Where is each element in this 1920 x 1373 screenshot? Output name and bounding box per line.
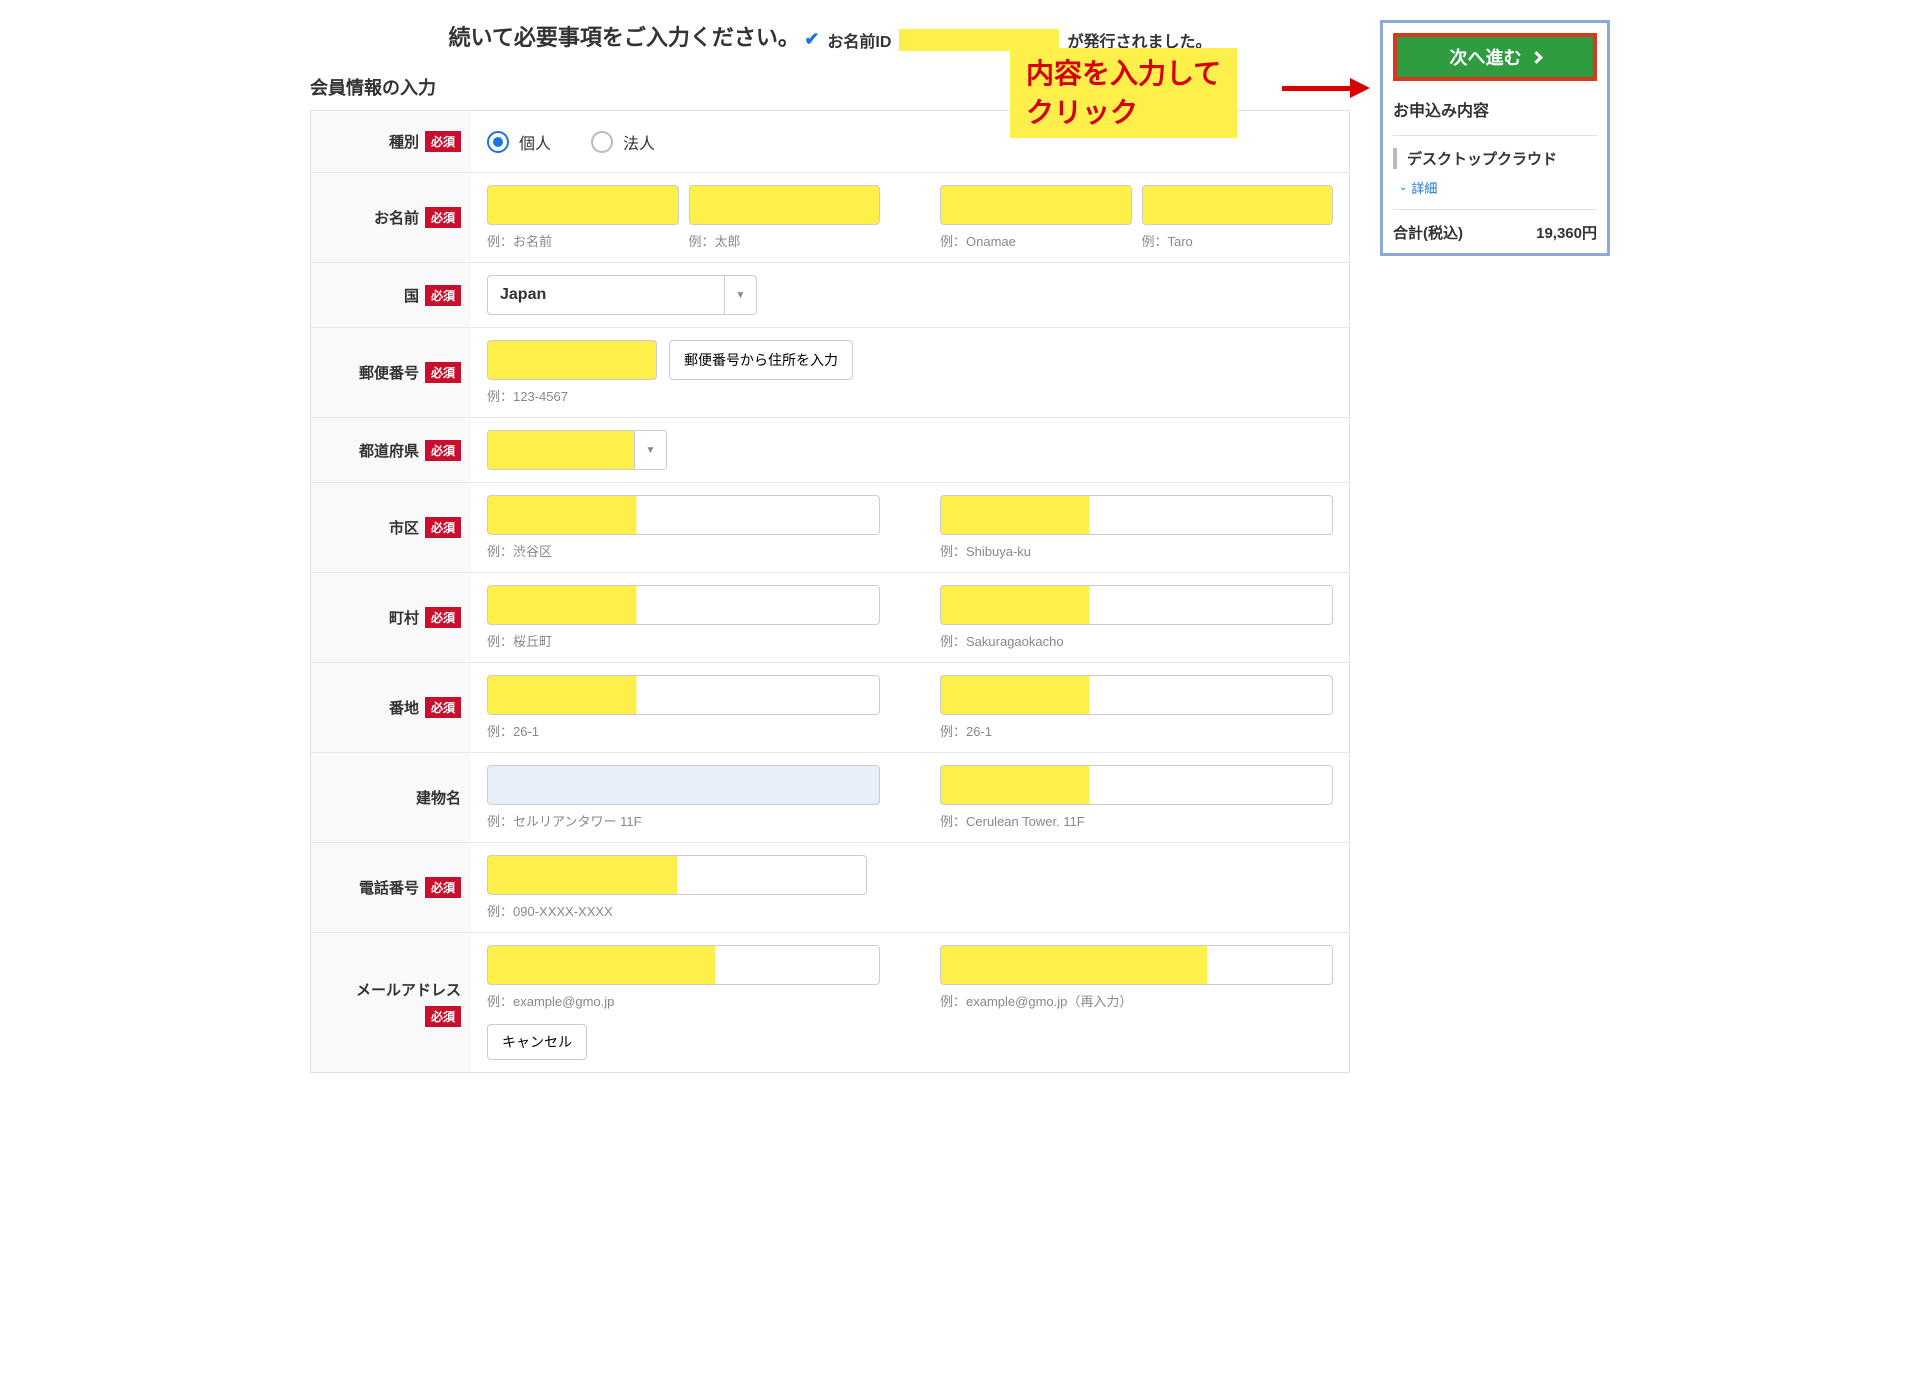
name-mei-input[interactable] <box>689 185 881 225</box>
hint: 例：渋谷区 <box>487 541 880 560</box>
city-en-input[interactable] <box>940 495 1333 535</box>
radio-individual[interactable]: 個人 <box>487 130 551 154</box>
chevron-down-icon: ▼ <box>724 276 756 314</box>
check-icon: ✔ <box>804 29 819 50</box>
required-badge: 必須 <box>425 517 461 538</box>
postal-input[interactable] <box>487 340 657 380</box>
radio-corporate[interactable]: 法人 <box>591 130 655 154</box>
label-email: メールアドレス <box>356 979 461 1000</box>
hint: 例：123-4567 <box>487 386 657 405</box>
name-sei-en-input[interactable] <box>940 185 1132 225</box>
address-ja-input[interactable] <box>487 675 880 715</box>
label-postal: 郵便番号 <box>359 362 419 383</box>
sidebar-title: お申込み内容 <box>1393 97 1597 121</box>
select-value <box>488 431 634 469</box>
label-building: 建物名 <box>416 787 461 808</box>
chevron-down-icon: ▼ <box>634 431 666 469</box>
required-badge: 必須 <box>425 877 461 898</box>
required-badge: 必須 <box>425 207 461 228</box>
autofill-address-button[interactable]: 郵便番号から住所を入力 <box>669 340 853 380</box>
form-table: 種別 必須 個人 法人 <box>310 110 1350 1073</box>
building-en-input[interactable] <box>940 765 1333 805</box>
required-badge: 必須 <box>425 440 461 461</box>
required-badge: 必須 <box>425 1006 461 1027</box>
hint: 例：セルリアンタワー 11F <box>487 811 880 830</box>
name-mei-en-input[interactable] <box>1142 185 1334 225</box>
next-button[interactable]: 次へ進む <box>1393 33 1597 81</box>
detail-link-label: 詳細 <box>1411 178 1437 197</box>
hint: 例：Sakuragaokacho <box>940 631 1333 650</box>
onamae-id-label: お名前ID <box>827 28 891 52</box>
cancel-button[interactable]: キャンセル <box>487 1024 587 1060</box>
next-button-label: 次へ進む <box>1450 44 1522 70</box>
label-country: 国 <box>404 285 419 306</box>
label-name: お名前 <box>374 207 419 228</box>
building-ja-input[interactable] <box>487 765 880 805</box>
select-value: Japan <box>488 276 724 314</box>
hint: 例：桜丘町 <box>487 631 880 650</box>
label-address: 番地 <box>389 697 419 718</box>
hint: 例：太郎 <box>689 231 881 250</box>
hint: 例：Cerulean Tower. 11F <box>940 811 1333 830</box>
label-type: 種別 <box>389 131 419 152</box>
header-instruction: 続いて必要事項をご入力ください。 <box>449 20 800 52</box>
chevron-right-icon <box>1530 51 1543 64</box>
label-prefecture: 都道府県 <box>359 440 419 461</box>
hint: 例：example@gmo.jp（再入力） <box>940 991 1333 1010</box>
hint: 例：26-1 <box>940 721 1333 740</box>
hint: 例：Onamae <box>940 231 1132 250</box>
name-sei-input[interactable] <box>487 185 679 225</box>
sidebar-item-title: デスクトップクラウド <box>1393 148 1597 169</box>
required-badge: 必須 <box>425 285 461 306</box>
detail-link[interactable]: ⌄ 詳細 <box>1399 178 1437 197</box>
label-phone: 電話番号 <box>359 877 419 898</box>
hint: 例：Shibuya-ku <box>940 541 1333 560</box>
town-en-input[interactable] <box>940 585 1333 625</box>
required-badge: 必須 <box>425 362 461 383</box>
country-select[interactable]: Japan ▼ <box>487 275 757 315</box>
town-ja-input[interactable] <box>487 585 880 625</box>
hint: 例：Taro <box>1142 231 1334 250</box>
city-ja-input[interactable] <box>487 495 880 535</box>
radio-label: 法人 <box>623 130 655 154</box>
sidebar: 次へ進む お申込み内容 デスクトップクラウド ⌄ 詳細 合計(税込) 19,36… <box>1380 20 1610 256</box>
radio-label: 個人 <box>519 130 551 154</box>
total-value: 19,360円 <box>1536 222 1597 243</box>
address-en-input[interactable] <box>940 675 1333 715</box>
arrow-annotation <box>1282 78 1372 98</box>
phone-input[interactable] <box>487 855 867 895</box>
hint: 例：example@gmo.jp <box>487 991 880 1010</box>
hint: 例：26-1 <box>487 721 880 740</box>
radio-icon <box>591 131 613 153</box>
hint: 例：お名前 <box>487 231 679 250</box>
prefecture-select[interactable]: ▼ <box>487 430 667 470</box>
required-badge: 必須 <box>425 131 461 152</box>
radio-icon <box>487 131 509 153</box>
chevron-down-icon: ⌄ <box>1399 182 1407 193</box>
label-town: 町村 <box>389 607 419 628</box>
email-input[interactable] <box>487 945 880 985</box>
required-badge: 必須 <box>425 607 461 628</box>
label-city: 市区 <box>389 517 419 538</box>
callout-annotation: 内容を入力して クリック <box>1010 48 1237 138</box>
hint: 例：090-XXXX-XXXX <box>487 901 867 920</box>
email-confirm-input[interactable] <box>940 945 1333 985</box>
total-label: 合計(税込) <box>1393 222 1463 243</box>
required-badge: 必須 <box>425 697 461 718</box>
